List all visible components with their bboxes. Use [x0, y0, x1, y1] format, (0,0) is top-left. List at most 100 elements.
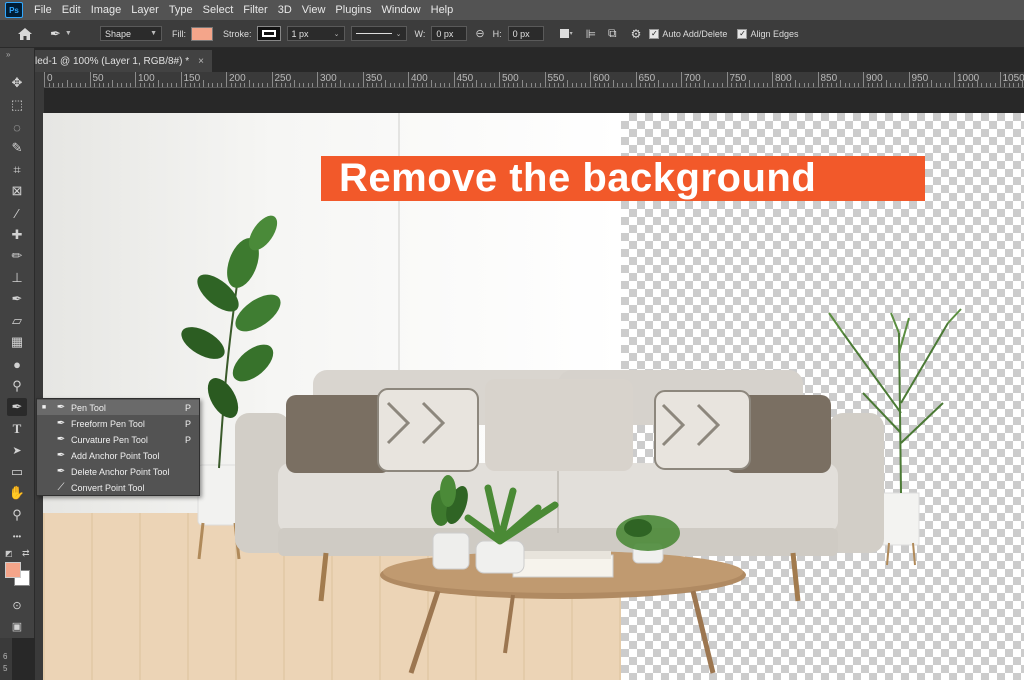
- vertical-ruler: 6 5: [0, 638, 12, 680]
- swap-colors-icon[interactable]: ⇄: [22, 548, 30, 559]
- dodge-tool[interactable]: ⚲: [7, 377, 27, 395]
- flyout-item-pen-tool[interactable]: ■ ✒ Pen Tool P: [37, 400, 199, 415]
- clone-stamp-tool[interactable]: ⊥: [7, 269, 27, 287]
- flyout-item-label: Convert Point Tool: [71, 482, 145, 493]
- ruler-tick: [539, 83, 541, 87]
- gear-icon[interactable]: ⚙: [631, 27, 642, 41]
- frame-tool[interactable]: ⊠: [7, 182, 27, 200]
- ruler-tick: [640, 83, 642, 87]
- screen-mode-button[interactable]: ▣: [7, 617, 27, 635]
- menu-window[interactable]: Window: [377, 4, 426, 16]
- ruler-tick: [671, 83, 673, 87]
- quick-selection-tool[interactable]: ✎: [7, 139, 27, 157]
- eraser-tool[interactable]: ▱: [7, 312, 27, 330]
- menu-plugins[interactable]: Plugins: [330, 4, 376, 16]
- gradient-tool[interactable]: ▦: [7, 333, 27, 351]
- blur-tool[interactable]: ●: [7, 355, 27, 373]
- rectangle-icon: ▭: [10, 464, 24, 479]
- collapse-toolbar-icon[interactable]: »: [6, 50, 10, 59]
- crop-tool[interactable]: ⌗: [7, 161, 27, 179]
- delete-anchor-icon: ✒: [56, 466, 66, 477]
- ruler-tick: [171, 83, 173, 87]
- height-field[interactable]: 0 px: [507, 26, 544, 41]
- checkbox-checked-icon: ✓: [649, 28, 660, 39]
- path-alignment-icon[interactable]: ⊫: [586, 27, 596, 41]
- ruler-tick: [799, 83, 801, 87]
- document-canvas[interactable]: Remove the background: [43, 113, 1024, 680]
- line-style-icon: [355, 33, 392, 34]
- menu-file[interactable]: File: [29, 4, 57, 16]
- flyout-item-convert-point-tool[interactable]: ⟋ Convert Point Tool: [37, 480, 199, 495]
- flyout-item-delete-anchor-point-tool[interactable]: ✒ Delete Anchor Point Tool: [37, 464, 199, 479]
- rectangle-tool[interactable]: ▭: [7, 463, 27, 481]
- stroke-width-field[interactable]: 1 px ⌄: [286, 26, 345, 41]
- ruler-tick: [726, 72, 728, 87]
- ruler-tick: [307, 83, 309, 87]
- ruler-tick: [285, 83, 287, 87]
- link-icon[interactable]: ⊖: [475, 27, 484, 40]
- close-icon[interactable]: ×: [198, 56, 204, 67]
- bandage-icon: ✚: [11, 227, 23, 242]
- menu-type[interactable]: Type: [164, 4, 198, 16]
- eyedropper-tool[interactable]: ⁄: [7, 204, 27, 222]
- pen-tool-preset-picker[interactable]: ✒ ▼: [50, 26, 94, 42]
- flyout-item-curvature-pen-tool[interactable]: ✒ Curvature Pen Tool P: [37, 432, 199, 447]
- pen-tool[interactable]: ✒: [7, 398, 27, 416]
- ruler-tick: [194, 83, 196, 87]
- menu-3d[interactable]: 3D: [273, 4, 297, 16]
- ruler-tick: [772, 72, 773, 87]
- ruler-tick: [185, 83, 187, 87]
- ruler-tick: [348, 83, 350, 87]
- pen-mode-select[interactable]: Shape ▼: [100, 26, 162, 41]
- quick-mask-button[interactable]: ⊙: [7, 596, 27, 614]
- menu-select[interactable]: Select: [198, 4, 239, 16]
- history-brush-tool[interactable]: ✒: [7, 290, 27, 308]
- ruler-tick: [175, 83, 177, 87]
- zoom-tool[interactable]: ⚲: [7, 506, 27, 524]
- ruler-tick: [685, 83, 687, 87]
- height-label: H:: [492, 28, 502, 39]
- hand-tool[interactable]: ✋: [7, 484, 27, 502]
- ruler-tick: [681, 72, 682, 87]
- move-tool[interactable]: ✥: [7, 74, 27, 92]
- flyout-item-add-anchor-point-tool[interactable]: ✒ Add Anchor Point Tool: [37, 448, 199, 463]
- path-selection-tool[interactable]: ➤: [7, 441, 27, 459]
- menu-help[interactable]: Help: [426, 4, 459, 16]
- ruler-tick: [417, 83, 419, 87]
- lasso-tool[interactable]: ◌: [7, 118, 27, 136]
- brush-tool[interactable]: ✏: [7, 247, 27, 265]
- healing-brush-tool[interactable]: ✚: [7, 226, 27, 244]
- ruler-tick: [385, 80, 387, 87]
- foreground-color-swatch[interactable]: [5, 562, 21, 578]
- ruler-tick: [744, 83, 746, 87]
- edit-toolbar-button[interactable]: •••: [7, 527, 27, 545]
- menu-layer[interactable]: Layer: [126, 4, 164, 16]
- home-icon[interactable]: [0, 27, 50, 41]
- type-tool[interactable]: T: [7, 420, 27, 438]
- stroke-type-select[interactable]: ⌄: [350, 26, 407, 41]
- path-operations-icon[interactable]: ▾: [559, 28, 574, 40]
- ruler-tick: [289, 83, 291, 87]
- ruler-tick: [831, 83, 833, 87]
- width-field[interactable]: 0 px: [431, 26, 468, 41]
- ruler-tick: [444, 83, 446, 87]
- ruler-tick: [494, 83, 496, 87]
- marquee-tool[interactable]: ⬚: [7, 96, 27, 114]
- fill-swatch[interactable]: [191, 26, 213, 41]
- menu-filter[interactable]: Filter: [238, 4, 272, 16]
- width-label: W:: [414, 28, 426, 39]
- ruler-tick: [617, 83, 619, 87]
- ruler-tick: [489, 83, 491, 87]
- menu-edit[interactable]: Edit: [57, 4, 86, 16]
- auto-add-delete-checkbox[interactable]: ✓ Auto Add/Delete: [649, 28, 727, 39]
- path-arrangement-icon[interactable]: ⧉: [608, 26, 617, 41]
- ruler-tick: [421, 83, 423, 87]
- default-colors-icon[interactable]: ◩: [5, 549, 13, 558]
- align-edges-checkbox[interactable]: ✓ Align Edges: [737, 28, 798, 39]
- stroke-swatch[interactable]: [256, 26, 281, 41]
- flyout-item-freeform-pen-tool[interactable]: ✒ Freeform Pen Tool P: [37, 416, 199, 431]
- menu-view[interactable]: View: [297, 4, 331, 16]
- flyout-item-label: Freeform Pen Tool: [71, 418, 145, 429]
- menu-image[interactable]: Image: [86, 4, 127, 16]
- document-tab[interactable]: led-1 @ 100% (Layer 1, RGB/8#) * ×: [35, 50, 212, 72]
